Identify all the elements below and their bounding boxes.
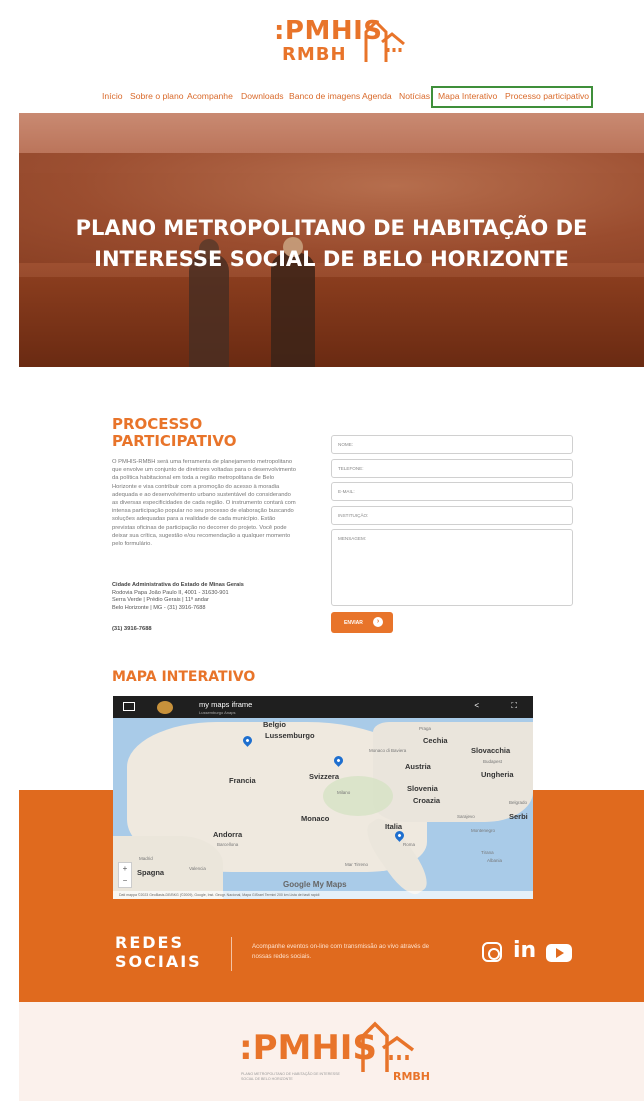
hero-ground — [19, 277, 644, 367]
map-label-tirana: Tirana — [481, 850, 494, 855]
linkedin-icon[interactable]: in — [513, 938, 536, 963]
telefone-placeholder: TELEFONE: — [338, 466, 364, 471]
map-label-belgrado: Belgrado — [509, 800, 528, 805]
redes-title: REDES SOCIAIS — [115, 933, 202, 971]
map-label-belgio: Belgio — [263, 720, 286, 729]
map-label-monaco: Monaco — [301, 814, 330, 823]
hero-title-line2: INTERESSE SOCIAL DE BELO HORIZONTE — [94, 247, 569, 271]
map-label-valencia: Valencia — [189, 866, 206, 871]
redes-title-line2: SOCIAIS — [115, 952, 202, 971]
address-line3: Belo Horizonte | MG - (31) 3916-7688 — [112, 604, 206, 611]
mensagem-textarea[interactable]: MENSAGEM: — [331, 529, 573, 606]
map-label-budapest: Budapest — [483, 759, 503, 764]
address-block: Cidade Administrativa do Estado de Minas… — [112, 582, 302, 612]
map-label-roma: Roma — [403, 842, 416, 847]
map-label-mar-tirreno: Mar Tirreno — [345, 862, 369, 867]
nav-downloads[interactable]: Downloads — [241, 91, 284, 101]
redes-divider — [231, 937, 232, 971]
address-line1: Rodovia Papa João Paulo II, 4001 - 31630… — [112, 589, 229, 596]
enviar-label: ENVIAR — [344, 620, 363, 626]
nav-agenda[interactable]: Agenda — [362, 91, 392, 101]
map-zoom-control[interactable]: + − — [118, 862, 132, 888]
map-label-serbi: Serbi — [509, 812, 528, 821]
nav-processo-participativo[interactable]: Processo participativo — [505, 91, 589, 101]
houses-icon — [364, 19, 405, 62]
processo-title: PROCESSO PARTICIPATIVO — [112, 416, 312, 450]
fullscreen-icon[interactable]: ⛶ — [511, 701, 517, 711]
nav-mapa-interativo[interactable]: Mapa Interativo — [438, 91, 497, 101]
google-logo: Google My Maps — [283, 880, 347, 889]
address-title: Cidade Administrativa do Estado de Minas… — [112, 582, 244, 588]
map-iframe[interactable]: Belgio Lussemburgo Praga Cechia Slovacch… — [113, 696, 533, 899]
hero-title-line1: PLANO METROPOLITANO DE HABITAÇÃO DE — [75, 216, 588, 240]
map-label-svizzera: Svizzera — [309, 772, 340, 781]
telefone-field[interactable]: TELEFONE: — [331, 459, 573, 478]
map-label-albania: Albania — [487, 858, 503, 863]
map-label-milano: Milano — [337, 790, 351, 795]
map-avatar — [157, 701, 173, 714]
nome-field[interactable]: NOME: — [331, 435, 573, 454]
footer-logo[interactable]: :PMHIS RMBH PLANO METROPOLITANO DE HABIT… — [239, 1018, 439, 1088]
logo-subtext: RMBH — [282, 44, 347, 65]
mapa-title: MAPA INTERATIVO — [112, 669, 256, 685]
map-label-cechia: Cechia — [423, 736, 448, 745]
instituicao-placeholder: INSTITUIÇÃO: — [338, 513, 369, 518]
map-label-sarajevo: Sarajevo — [457, 814, 475, 819]
email-field[interactable]: E-MAIL: — [331, 482, 573, 501]
map-label-monaco-baviera: Monaco di Baviera — [369, 748, 407, 753]
nome-placeholder: NOME: — [338, 442, 354, 447]
processo-title-line1: PROCESSO — [112, 415, 203, 433]
processo-title-line2: PARTICIPATIVO — [112, 432, 237, 450]
map-label-lussemburgo: Lussemburgo — [265, 731, 315, 740]
map-label-montenegro: Montenegro — [471, 828, 496, 833]
map-label-spagna: Spagna — [137, 868, 165, 877]
map-label-austria: Austria — [405, 762, 431, 771]
instagram-icon[interactable] — [482, 942, 502, 962]
email-placeholder: E-MAIL: — [338, 489, 355, 494]
nav-noticias[interactable]: Notícias — [399, 91, 430, 101]
map-alps — [323, 776, 393, 816]
instituicao-field[interactable]: INSTITUIÇÃO: — [331, 506, 573, 525]
map-label-slovenia: Slovenia — [407, 784, 438, 793]
houses-icon — [361, 1021, 415, 1072]
nav-acompanhe[interactable]: Acompanhe — [187, 91, 233, 101]
phone-number: (31) 3916-7688 — [112, 626, 152, 632]
arrow-right-icon: › — [373, 617, 383, 627]
map-label-slovacchia: Slovacchia — [471, 746, 511, 755]
main-nav: Início Sobre o plano Acompanhe Downloads… — [0, 86, 644, 108]
map-label-praga: Praga — [419, 726, 432, 731]
nav-inicio[interactable]: Início — [102, 91, 123, 101]
footer-logo-tagline: PLANO METROPOLITANO DE HABITAÇÃO DE INTE… — [241, 1072, 340, 1081]
map-subtitle: Lussemburgo Anaps — [199, 710, 236, 715]
mensagem-placeholder: MENSAGEM: — [338, 536, 367, 541]
hero-banner: PLANO METROPOLITANO DE HABITAÇÃO DE INTE… — [19, 113, 644, 367]
map-label-barcellona: Barcellona — [217, 842, 239, 847]
map-sidebar-icon[interactable] — [123, 702, 135, 711]
redes-title-line1: REDES — [115, 933, 184, 952]
map-attribution: Dati mappa ©2023 GeoBasis-DE/BKG (©2009)… — [113, 891, 533, 899]
redes-description: Acompanhe eventos on-line com transmissã… — [252, 943, 430, 960]
site-logo[interactable]: :PMHIS RMBH — [270, 14, 410, 70]
map-label-madrid: Madrid — [139, 856, 153, 861]
address-line2: Serra Verde | Prédio Gerais | 11º andar — [112, 597, 209, 604]
nav-banco-imagens[interactable]: Banco de imagens — [289, 91, 360, 101]
map-label-andorra: Andorra — [213, 830, 243, 839]
share-icon[interactable]: < — [474, 701, 479, 710]
map-header-bar: my maps iframe Lussemburgo Anaps < ⛶ — [113, 696, 533, 718]
processo-description: O PMHIS-RMBH será uma ferramenta de plan… — [112, 459, 297, 548]
map-label-ungheria: Ungheria — [481, 770, 514, 779]
enviar-button[interactable]: ENVIAR › — [331, 612, 393, 633]
youtube-icon[interactable] — [546, 944, 572, 962]
nav-sobre[interactable]: Sobre o plano — [130, 91, 184, 101]
map-label-croazia: Croazia — [413, 796, 441, 805]
hero-title: PLANO METROPOLITANO DE HABITAÇÃO DE INTE… — [19, 213, 644, 275]
map-label-francia: Francia — [229, 776, 256, 785]
map-title: my maps iframe — [199, 700, 253, 709]
